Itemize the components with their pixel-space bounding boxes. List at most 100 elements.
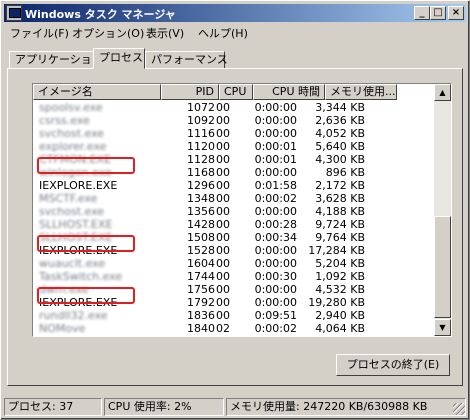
process-memory: 5,640 KB	[315, 140, 365, 153]
process-cpu-time: 0:00:00	[254, 244, 297, 257]
process-cpu-time: 0:00:28	[254, 218, 297, 231]
process-cpu: 00	[216, 283, 230, 296]
process-row[interactable]: MSCTF.exe 1348 00 0:00:02 3,628 KB	[33, 192, 433, 205]
column-memory[interactable]: メモリ使用...	[325, 84, 397, 100]
process-row[interactable]: explorer.exe 1120 00 0:00:01 5,640 KB	[33, 140, 433, 153]
tab-applications[interactable]: アプリケーション	[9, 51, 103, 69]
process-row[interactable]: rundll32.exe 1836 00 0:09:51 2,940 KB	[33, 309, 433, 322]
process-cpu-time: 0:09:51	[254, 309, 297, 322]
process-cpu-time: 0:00:00	[254, 101, 297, 114]
process-cpu: 02	[216, 322, 230, 335]
tab-strip: アプリケーション プロセス パフォーマンス	[7, 47, 463, 69]
resize-grip-icon[interactable]	[453, 403, 465, 415]
menu-file[interactable]: ファイル(F)	[10, 25, 69, 41]
process-name: svchost.exe	[39, 127, 105, 140]
process-memory: 4,064 KB	[315, 322, 365, 335]
process-cpu: 00	[216, 309, 230, 322]
process-cpu: 00	[216, 296, 230, 309]
process-cpu-time: 0:00:02	[254, 322, 297, 335]
scroll-thumb[interactable]	[434, 216, 451, 318]
process-cpu-time: 0:00:00	[254, 296, 297, 309]
process-cpu: 00	[216, 127, 230, 140]
process-cpu: 00	[216, 270, 230, 283]
column-cpu[interactable]: CPU	[219, 84, 253, 100]
process-memory: 3,344 KB	[315, 101, 365, 114]
process-name: explorer.exe	[39, 140, 107, 153]
tab-performance[interactable]: パフォーマンス	[145, 51, 228, 69]
highlight-box	[37, 235, 135, 252]
highlight-box	[37, 157, 135, 174]
process-name: csrss.exe	[39, 114, 90, 127]
process-cpu-time: 0:00:00	[254, 283, 297, 296]
process-cpu-time: 0:00:01	[254, 153, 297, 166]
process-cpu-time: 0:00:00	[254, 166, 297, 179]
process-row[interactable]: csrss.exe 1092 00 0:00:00 2,636 KB	[33, 114, 433, 127]
menu-bar: ファイル(F) オプション(O) 表示(V) ヘルプ(H)	[4, 23, 466, 41]
process-cpu-time: 0:00:30	[254, 270, 297, 283]
process-cpu: 00	[216, 257, 230, 270]
end-process-button[interactable]: プロセスの終了(E)	[336, 354, 450, 376]
process-row[interactable]: wuauclt.exe 1604 00 0:00:00 5,204 KB	[33, 257, 433, 270]
process-memory: 4,300 KB	[315, 153, 365, 166]
process-list[interactable]: イメージ名 PID CPU CPU 時間 メモリ使用... spoolsv.ex…	[32, 83, 452, 337]
highlight-box	[37, 287, 135, 304]
process-memory: 5,204 KB	[315, 257, 365, 270]
process-cpu-time: 0:00:34	[254, 231, 297, 244]
window-title: Windows タスク マネージャ	[25, 8, 176, 21]
process-cpu-time: 0:00:00	[254, 205, 297, 218]
process-cpu: 00	[216, 192, 230, 205]
process-cpu-time: 0:00:00	[254, 127, 297, 140]
monitor-icon	[6, 5, 22, 21]
process-cpu-time: 0:00:00	[254, 114, 297, 127]
process-memory: 1,092 KB	[315, 270, 365, 283]
menu-options[interactable]: オプション(O)	[72, 25, 144, 41]
menu-help[interactable]: ヘルプ(H)	[198, 25, 248, 41]
close-button[interactable]: ×	[448, 6, 464, 20]
process-row[interactable]: spoolsv.exe 1072 00 0:00:00 3,344 KB	[33, 101, 433, 114]
maximize-button[interactable]: □	[430, 6, 446, 20]
column-header-row: イメージ名 PID CPU CPU 時間 メモリ使用...	[33, 84, 433, 100]
process-memory: 9,724 KB	[315, 218, 365, 231]
process-row[interactable]: TaskSwitch.exe 1744 00 0:00:30 1,092 KB	[33, 270, 433, 283]
process-memory: 4,052 KB	[315, 127, 365, 140]
process-cpu-time: 0:01:58	[254, 179, 297, 192]
process-name: spoolsv.exe	[39, 101, 103, 114]
tab-processes[interactable]: プロセス	[93, 48, 145, 69]
process-cpu-time: 0:00:01	[254, 140, 297, 153]
process-cpu: 00	[216, 166, 230, 179]
process-name: rundll32.exe	[39, 309, 108, 322]
process-row[interactable]: svchost.exe 1356 00 0:00:00 4,188 KB	[33, 205, 433, 218]
process-name: MSCTF.exe	[39, 192, 98, 205]
column-pid[interactable]: PID	[161, 84, 219, 100]
process-cpu: 00	[216, 114, 230, 127]
process-row[interactable]: IEXPLORE.EXE 1296 00 0:01:58 2,172 KB	[33, 179, 433, 192]
process-row[interactable]: NOMove 1840 02 0:00:02 4,064 KB	[33, 322, 433, 335]
process-memory: 17,284 KB	[308, 244, 365, 257]
process-row[interactable]: SLLHOST.EXE 1428 00 0:00:28 9,724 KB	[33, 218, 433, 231]
status-process-count: プロセス: 37	[4, 398, 102, 416]
process-memory: 2,172 KB	[315, 179, 365, 192]
process-cpu: 00	[216, 101, 230, 114]
column-cpu-time[interactable]: CPU 時間	[253, 84, 325, 100]
status-cpu-usage: CPU 使用率: 2%	[104, 398, 224, 416]
process-memory: 2,636 KB	[315, 114, 365, 127]
scroll-down-icon[interactable]: ▼	[434, 319, 451, 336]
scroll-up-icon[interactable]: ▲	[434, 84, 451, 101]
menu-view[interactable]: 表示(V)	[146, 25, 184, 41]
title-bar[interactable]: Windows タスク マネージャ _ □ ×	[4, 4, 466, 22]
status-memory-usage: メモリ使用量: 247220 KB/630988 KB	[226, 398, 466, 416]
process-cpu: 00	[216, 244, 230, 257]
process-memory: 2,940 KB	[315, 309, 365, 322]
process-name: NOMove	[39, 322, 86, 335]
process-cpu-time: 0:00:00	[254, 257, 297, 270]
process-name: TaskSwitch.exe	[39, 270, 123, 283]
vertical-scrollbar[interactable]: ▲ ▼	[434, 84, 451, 336]
processes-panel: イメージ名 PID CPU CPU 時間 メモリ使用... spoolsv.ex…	[7, 68, 463, 386]
process-name: IEXPLORE.EXE	[39, 179, 118, 192]
process-row[interactable]: svchost.exe 1116 00 0:00:00 4,052 KB	[33, 127, 433, 140]
process-name: SLLHOST.EXE	[39, 218, 113, 231]
process-cpu: 00	[216, 205, 230, 218]
column-image-name[interactable]: イメージ名	[33, 84, 161, 100]
process-memory: 4,532 KB	[315, 283, 365, 296]
minimize-button[interactable]: _	[414, 6, 430, 20]
